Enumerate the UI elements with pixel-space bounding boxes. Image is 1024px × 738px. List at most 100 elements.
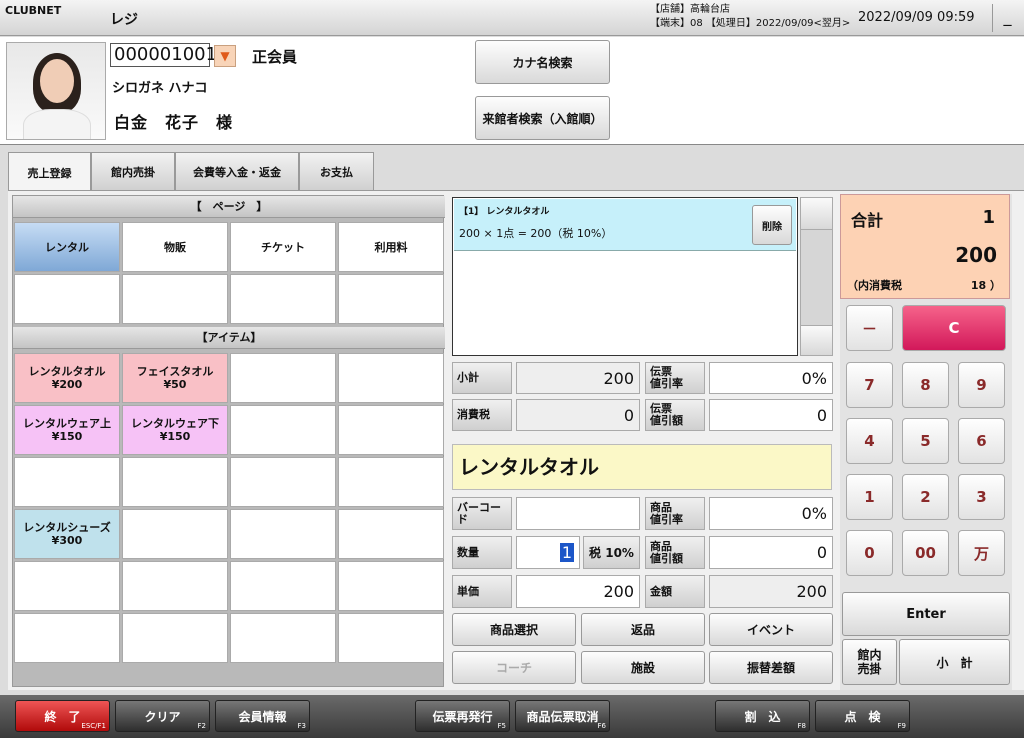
- exit-button[interactable]: 終 了 ESC/F1: [15, 700, 110, 732]
- scroll-down-button[interactable]: [801, 325, 832, 355]
- store-info: 【店舗】高輪台店 【端末】08 【処理日】2022/09/09<翌月>: [650, 3, 850, 31]
- item-button[interactable]: [230, 457, 336, 507]
- keypad-key[interactable]: 6: [958, 418, 1005, 464]
- cart-list[interactable]: 【1】 レンタルタオル 200 × 1点 = 200（税 10%） 削除: [452, 197, 798, 356]
- item-button[interactable]: レンタルウェア上 ¥150: [14, 405, 120, 455]
- page-button[interactable]: レンタル: [14, 222, 120, 272]
- unit-price-label: 単価: [452, 575, 512, 608]
- barcode-field[interactable]: [516, 497, 640, 530]
- product-select-button[interactable]: 商品選択: [452, 613, 576, 646]
- page-header: 【 ページ 】: [13, 196, 445, 218]
- clear-key[interactable]: C: [902, 305, 1006, 351]
- page-button[interactable]: [338, 274, 444, 324]
- page-button[interactable]: チケット: [230, 222, 336, 272]
- check-button[interactable]: 点 検 F9: [815, 700, 910, 732]
- slip-discount-amount-field[interactable]: 0: [709, 399, 833, 431]
- minimize-button[interactable]: _: [992, 4, 1022, 32]
- delete-button[interactable]: 削除: [752, 205, 792, 245]
- event-button[interactable]: イベント: [709, 613, 833, 646]
- page-button[interactable]: 物販: [122, 222, 228, 272]
- member-dropdown-icon[interactable]: ▼: [214, 45, 236, 67]
- facility-button[interactable]: 施設: [581, 651, 705, 684]
- item-button[interactable]: [230, 405, 336, 455]
- clear-button[interactable]: クリア F2: [115, 700, 210, 732]
- tax-rate-button[interactable]: 税 10%: [583, 536, 640, 569]
- cancel-slip-button[interactable]: 商品伝票取消 F6: [515, 700, 610, 732]
- keypad-key[interactable]: 5: [902, 418, 949, 464]
- item-button[interactable]: [122, 561, 228, 611]
- item-button[interactable]: レンタルウェア下 ¥150: [122, 405, 228, 455]
- item-button[interactable]: [338, 509, 444, 559]
- keypad-key[interactable]: 1: [846, 474, 893, 520]
- item-discount-rate-field[interactable]: 0%: [709, 497, 833, 530]
- tab-payment[interactable]: お支払: [299, 152, 374, 190]
- keypad-key[interactable]: 9: [958, 362, 1005, 408]
- tab-deposit[interactable]: 会費等入金・返金: [175, 152, 299, 190]
- keypad-key[interactable]: 2: [902, 474, 949, 520]
- page-button[interactable]: [122, 274, 228, 324]
- cart-item-detail: 200 × 1点 = 200（税 10%）: [459, 227, 613, 240]
- enter-key[interactable]: Enter: [842, 592, 1010, 636]
- product-name: レンタルタオル: [452, 444, 832, 490]
- item-button[interactable]: レンタルシューズ ¥300: [14, 509, 120, 559]
- coach-button[interactable]: コーチ: [452, 651, 576, 684]
- tab-credit[interactable]: 館内売掛: [91, 152, 175, 190]
- keypad-key[interactable]: 8: [902, 362, 949, 408]
- page-button[interactable]: [230, 274, 336, 324]
- keypad-key[interactable]: 4: [846, 418, 893, 464]
- item-button[interactable]: [122, 509, 228, 559]
- item-discount-amount-label: 商品 値引額: [645, 536, 705, 569]
- tax-included-label: （内消費税: [847, 279, 902, 292]
- return-button[interactable]: 返品: [581, 613, 705, 646]
- item-button[interactable]: [14, 613, 120, 663]
- keypad-key[interactable]: 0: [846, 530, 893, 576]
- title-bar: CLUBNET レジ 【店舗】高輪台店 【端末】08 【処理日】2022/09/…: [0, 0, 1024, 36]
- item-button[interactable]: [338, 613, 444, 663]
- item-button[interactable]: [230, 613, 336, 663]
- cart-item[interactable]: 【1】 レンタルタオル 200 × 1点 = 200（税 10%） 削除: [454, 199, 796, 251]
- tax-label: 消費税: [452, 399, 512, 431]
- slip-discount-rate-field[interactable]: 0%: [709, 362, 833, 394]
- page-button[interactable]: 利用料: [338, 222, 444, 272]
- minus-key[interactable]: －: [846, 305, 893, 351]
- keypad-key[interactable]: 3: [958, 474, 1005, 520]
- item-button[interactable]: [230, 561, 336, 611]
- keypad-key[interactable]: 7: [846, 362, 893, 408]
- tab-sales[interactable]: 売上登録: [8, 152, 91, 192]
- item-button[interactable]: [230, 509, 336, 559]
- total-count: 1: [982, 207, 995, 228]
- page-button[interactable]: [14, 274, 120, 324]
- items-header: 【アイテム】: [13, 327, 445, 349]
- scroll-up-button[interactable]: [801, 198, 832, 230]
- credit-key[interactable]: 館内 売掛: [842, 639, 897, 685]
- slip-discount-rate-label: 伝票 値引率: [645, 362, 705, 394]
- quantity-field[interactable]: 1: [516, 536, 580, 569]
- item-button[interactable]: [14, 457, 120, 507]
- terminal-info: 【端末】08 【処理日】2022/09/09<翌月>: [650, 18, 851, 29]
- member-info-button[interactable]: 会員情報 F3: [215, 700, 310, 732]
- transfer-diff-button[interactable]: 振替差額: [709, 651, 833, 684]
- kana-search-button[interactable]: カナ名検索: [475, 40, 610, 84]
- subtotal-key[interactable]: 小 計: [899, 639, 1010, 685]
- item-button[interactable]: [338, 405, 444, 455]
- store-name: 【店舗】高輪台店: [650, 4, 730, 15]
- item-button[interactable]: [14, 561, 120, 611]
- member-id-field[interactable]: 000001001: [110, 43, 217, 67]
- cart-scrollbar[interactable]: [800, 197, 833, 356]
- item-button[interactable]: フェイスタオル ¥50: [122, 353, 228, 403]
- item-button[interactable]: レンタルタオル ¥200: [14, 353, 120, 403]
- item-button[interactable]: [338, 561, 444, 611]
- interrupt-button[interactable]: 割 込 F8: [715, 700, 810, 732]
- reissue-button[interactable]: 伝票再発行 F5: [415, 700, 510, 732]
- item-button[interactable]: [338, 353, 444, 403]
- item-button[interactable]: [338, 457, 444, 507]
- keypad-key[interactable]: 万: [958, 530, 1005, 576]
- item-button[interactable]: [122, 457, 228, 507]
- visitor-search-button[interactable]: 来館者検索（入館順）: [475, 96, 610, 140]
- item-discount-amount-field[interactable]: 0: [709, 536, 833, 569]
- unit-price-field[interactable]: 200: [516, 575, 640, 608]
- tax-included-value: 18 ）: [970, 279, 1001, 292]
- keypad-key[interactable]: 00: [902, 530, 949, 576]
- item-button[interactable]: [122, 613, 228, 663]
- item-button[interactable]: [230, 353, 336, 403]
